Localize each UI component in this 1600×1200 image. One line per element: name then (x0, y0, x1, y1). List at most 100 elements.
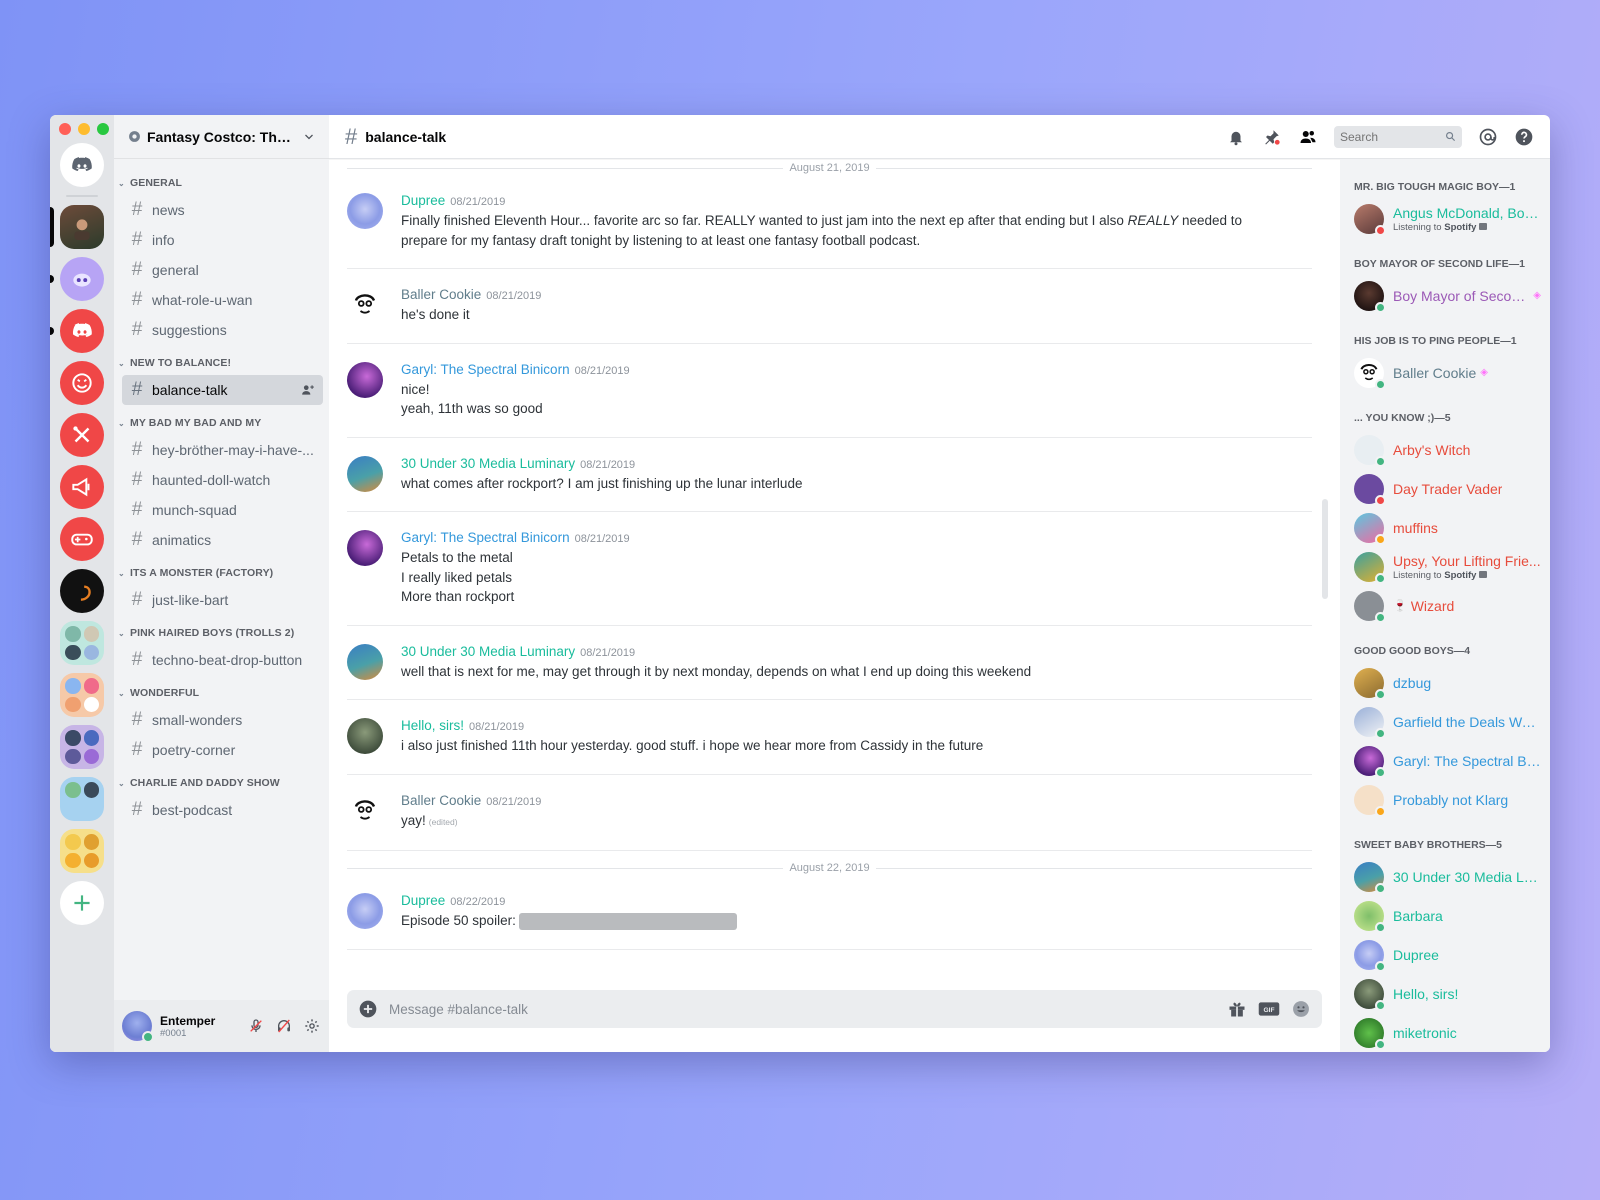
channel-item[interactable]: # general (122, 255, 323, 285)
avatar[interactable] (347, 287, 383, 323)
message[interactable]: 30 Under 30 Media Luminary 08/21/2019 well… (347, 626, 1312, 700)
member-item[interactable]: Barbara (1354, 896, 1550, 935)
member-item[interactable]: Probably not Klarg (1354, 780, 1550, 819)
server-tools[interactable] (60, 413, 104, 457)
emoji-picker-icon[interactable] (1290, 998, 1312, 1020)
server-header[interactable]: Fantasy Costco: The O... (114, 115, 329, 159)
avatar[interactable] (347, 193, 383, 229)
help-question-icon[interactable] (1514, 127, 1534, 147)
server-folder-2[interactable] (60, 673, 104, 717)
member-item[interactable]: Garfield the Deals Wa... (1354, 702, 1550, 741)
member-item[interactable]: Garyl: The Spectral Bi... (1354, 741, 1550, 780)
avatar[interactable] (347, 455, 383, 492)
member-item[interactable]: 30 Under 30 Media Lu... (1354, 857, 1550, 896)
channel-item[interactable]: # balance-talk (122, 375, 323, 405)
member-item[interactable]: Boy Mayor of Secon... ◈ (1354, 276, 1550, 315)
server-folder-3[interactable] (60, 725, 104, 769)
upload-plus-icon[interactable] (357, 998, 379, 1020)
avatar[interactable] (122, 1011, 154, 1043)
channel-item[interactable]: # techno-beat-drop-button (122, 645, 323, 675)
notification-bell-icon[interactable] (1226, 127, 1246, 147)
search-box[interactable] (1334, 125, 1462, 148)
search-input[interactable] (1340, 129, 1445, 144)
server-robot[interactable] (50, 257, 104, 301)
gif-icon[interactable]: GIF (1258, 998, 1280, 1020)
zoom-window-button[interactable] (97, 123, 109, 135)
server-folder-5[interactable] (60, 829, 104, 873)
server-discord-red[interactable] (50, 309, 104, 353)
message-author[interactable]: Hello, sirs! (401, 718, 464, 733)
server-fantasy-costco[interactable] (50, 205, 104, 249)
member-item[interactable]: muffins (1354, 508, 1550, 547)
category-header[interactable]: ⌄ ITS A MONSTER (FACTORY) (114, 567, 329, 579)
member-item[interactable]: Baller Cookie ◈ (1354, 353, 1550, 392)
channel-item[interactable]: # haunted-doll-watch (122, 465, 323, 495)
avatar[interactable] (347, 643, 383, 680)
member-item[interactable]: 🍷 Wizard (1354, 586, 1550, 625)
category-header[interactable]: ⌄ MY BAD MY BAD AND MY (114, 417, 329, 429)
message[interactable]: Baller Cookie 08/21/2019 yay! (edited) (347, 775, 1312, 851)
message[interactable]: Baller Cookie 08/21/2019 he's done it (347, 269, 1312, 344)
channel-item[interactable]: # suggestions (122, 315, 323, 345)
channel-item[interactable]: # best-podcast (122, 795, 323, 825)
server-gamepad[interactable] (60, 517, 104, 561)
channel-item[interactable]: # animatics (122, 525, 323, 555)
channel-item[interactable]: # small-wonders (122, 705, 323, 735)
avatar[interactable] (347, 893, 383, 929)
message-input[interactable] (389, 1001, 1216, 1017)
member-item[interactable]: Hello, sirs! (1354, 974, 1550, 1013)
mute-microphone-icon[interactable] (247, 1017, 265, 1035)
deafen-headphones-icon[interactable] (275, 1017, 293, 1035)
message[interactable]: 30 Under 30 Media Luminary 08/21/2019 what… (347, 438, 1312, 512)
message-author[interactable]: Dupree (401, 193, 445, 208)
message-author[interactable]: 30 Under 30 Media Luminary (401, 456, 575, 471)
category-header[interactable]: ⌄ GENERAL (114, 177, 329, 189)
message-scrollbar[interactable] (1322, 499, 1328, 599)
message[interactable]: Garyl: The Spectral Binicorn 08/21/2019 Pe… (347, 512, 1312, 626)
channel-item[interactable]: # news (122, 195, 323, 225)
message-author[interactable]: 30 Under 30 Media Luminary (401, 644, 575, 659)
pinned-messages-icon[interactable] (1262, 127, 1282, 147)
channel-item[interactable]: # hey-bröther-may-i-have-... (122, 435, 323, 465)
close-window-button[interactable] (59, 123, 71, 135)
category-header[interactable]: ⌄ CHARLIE AND DADDY SHOW (114, 777, 329, 789)
member-list-toggle-icon[interactable] (1298, 127, 1318, 147)
member-item[interactable]: miketronic (1354, 1013, 1550, 1052)
mentions-at-icon[interactable] (1478, 127, 1498, 147)
home-button[interactable] (60, 143, 104, 187)
channel-item[interactable]: # just-like-bart (122, 585, 323, 615)
message[interactable]: Dupree 08/22/2019 Episode 50 spoiler: (347, 875, 1312, 950)
category-header[interactable]: ⌄ WONDERFUL (114, 687, 329, 699)
member-item[interactable]: Dupree (1354, 935, 1550, 974)
message-author[interactable]: Garyl: The Spectral Binicorn (401, 530, 570, 545)
spoiler-block[interactable] (518, 912, 737, 930)
category-header[interactable]: ⌄ NEW TO BALANCE! (114, 357, 329, 369)
minimize-window-button[interactable] (78, 123, 90, 135)
category-header[interactable]: ⌄ PINK HAIRED BOYS (TROLLS 2) (114, 627, 329, 639)
avatar[interactable] (347, 718, 383, 754)
user-settings-gear-icon[interactable] (303, 1017, 321, 1035)
server-dark[interactable] (60, 569, 104, 613)
member-item[interactable]: Day Trader Vader (1354, 469, 1550, 508)
gift-icon[interactable] (1226, 998, 1248, 1020)
message-author[interactable]: Baller Cookie (401, 287, 481, 302)
server-megaphone[interactable] (60, 465, 104, 509)
channel-item[interactable]: # info (122, 225, 323, 255)
message[interactable]: Garyl: The Spectral Binicorn 08/21/2019 ni… (347, 344, 1312, 438)
member-item[interactable]: Angus McDonald, Boy... Listening to Spoti… (1354, 199, 1550, 238)
server-folder-4[interactable] (60, 777, 104, 821)
member-item[interactable]: Upsy, Your Lifting Frie... Listening to S… (1354, 547, 1550, 586)
message[interactable]: Dupree 08/21/2019 Finally finished Elevent… (347, 175, 1312, 269)
message[interactable]: Hello, sirs! 08/21/2019 i also just finish… (347, 700, 1312, 775)
server-folder-1[interactable] (60, 621, 104, 665)
avatar[interactable] (347, 530, 383, 566)
add-server-button[interactable] (60, 881, 104, 925)
avatar[interactable] (347, 792, 383, 829)
channel-item[interactable]: # what-role-u-wan (122, 285, 323, 315)
user-info[interactable]: Entemper #0001 (160, 1014, 215, 1039)
message-author[interactable]: Garyl: The Spectral Binicorn (401, 362, 570, 377)
member-item[interactable]: dzbug (1354, 663, 1550, 702)
avatar[interactable] (347, 361, 383, 398)
channel-item[interactable]: # munch-squad (122, 495, 323, 525)
server-emoji-face[interactable] (60, 361, 104, 405)
